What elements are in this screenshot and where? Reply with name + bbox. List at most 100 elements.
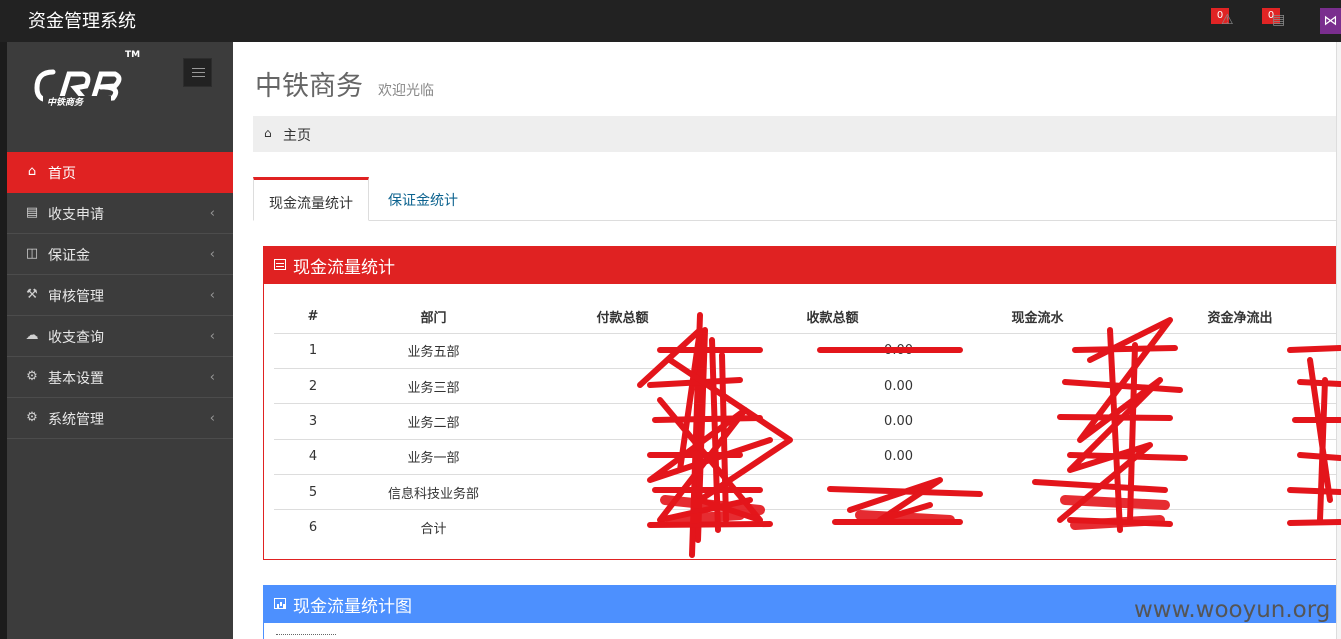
col-header-received: 收款总额 (730, 300, 935, 334)
sidebar-item-query[interactable]: ☁ 收支查询 ‹ (7, 316, 233, 357)
table-row: 3 业务二部 0.00 (274, 403, 1340, 440)
cell-received: 0.00 (730, 438, 935, 475)
page-title: 中铁商务 (255, 71, 363, 102)
cell-flow (935, 332, 1140, 369)
app-title: 资金管理系统 (28, 11, 136, 32)
tab-deposit-stats[interactable]: 保证金统计 (373, 177, 473, 221)
left-edge-strip (0, 0, 7, 639)
cell-no: 5 (274, 474, 352, 510)
cell-paid (515, 332, 730, 369)
table-row: 4 业务一部 0.00 (274, 438, 1340, 475)
chevron-left-icon: ‹ (209, 206, 215, 221)
cell-net (1140, 403, 1340, 440)
tasks-dropdown[interactable]: 0 ▤ (1262, 8, 1292, 34)
cashflow-portlet: 现金流量统计 # 部门 付款总额 收款总额 现金流水 资金净流出 1 业务五部 … (263, 246, 1340, 560)
cell-received: 0.00 (730, 403, 935, 440)
cell-paid (515, 509, 730, 546)
cell-dept: 合计 (352, 509, 515, 546)
cell-dept: 业务二部 (352, 403, 515, 440)
cell-net (1140, 438, 1340, 475)
cell-received (730, 509, 935, 546)
cell-paid (515, 403, 730, 440)
cell-net (1140, 367, 1340, 404)
cell-no: 6 (274, 509, 352, 546)
bar-chart-icon (274, 598, 286, 609)
cell-flow (935, 509, 1140, 546)
cloud-icon: ☁ (25, 328, 39, 343)
svg-text:中铁商务: 中铁商务 (47, 97, 85, 108)
briefcase-icon: ▤ (25, 205, 39, 220)
cell-flow (935, 474, 1140, 510)
breadcrumb: ⌂ 主页 (253, 116, 1339, 152)
table-row: 2 业务三部 0.00 (274, 367, 1340, 404)
main-content: 中铁商务 欢迎光临 ⌂ 主页 现金流量统计 保证金统计 现金流量统计 # 部门 … (233, 42, 1341, 639)
notifications-dropdown[interactable]: 0 ⚠ (1211, 8, 1241, 34)
chart-placeholder (276, 634, 336, 636)
brand-logo[interactable]: 中铁商务 TM (31, 50, 141, 116)
sidebar-item-audit[interactable]: ⚒ 审核管理 ‹ (7, 275, 233, 316)
crb-logo-icon: 中铁商务 (34, 69, 122, 108)
cell-dept: 业务三部 (352, 367, 515, 404)
sidebar-item-home[interactable]: ⌂ 首页 (7, 152, 233, 193)
cashflow-portlet-header: 现金流量统计 (264, 247, 1339, 284)
chevron-left-icon: ‹ (209, 288, 215, 303)
cell-received (730, 474, 935, 510)
col-header-no: # (274, 300, 352, 334)
sidebar-item-deposit[interactable]: ◫ 保证金 ‹ (7, 234, 233, 275)
watermark-text: www.wooyun.org (1134, 597, 1331, 623)
col-header-net: 资金净流出 (1140, 300, 1340, 334)
cell-net (1140, 474, 1340, 510)
cell-paid (515, 438, 730, 475)
home-icon: ⌂ (27, 164, 37, 179)
cell-flow (935, 403, 1140, 440)
table-row: 6 合计 (274, 509, 1340, 546)
cell-dept: 业务五部 (352, 332, 515, 369)
gavel-icon: ⚒ (26, 287, 38, 302)
list-icon (274, 259, 286, 270)
breadcrumb-home-link[interactable]: 主页 (283, 125, 311, 145)
cell-no: 2 (274, 367, 352, 404)
sidebar-item-label: 系统管理 (48, 412, 104, 428)
sidebar-item-label: 收支申请 (48, 207, 104, 223)
warning-icon: ⚠ (1221, 12, 1234, 28)
cell-net (1140, 332, 1340, 369)
cell-no: 3 (274, 403, 352, 440)
col-header-dept: 部门 (352, 300, 515, 334)
tab-cashflow-stats[interactable]: 现金流量统计 (253, 177, 369, 221)
sidebar-item-label: 收支查询 (48, 330, 104, 346)
tasks-icon: ▤ (1272, 12, 1286, 28)
col-header-flow: 现金流水 (935, 300, 1140, 334)
table-row: 5 信息科技业务部 (274, 474, 1340, 510)
cashflow-table: # 部门 付款总额 收款总额 现金流水 资金净流出 1 业务五部 0.00 2 … (274, 300, 1340, 546)
sidebar-item-system[interactable]: ⚙ 系统管理 ‹ (7, 398, 233, 439)
sidebar-toggle-button[interactable] (183, 58, 212, 87)
scrollbar-edge[interactable] (1336, 42, 1341, 639)
cog-icon: ⚙ (26, 410, 38, 425)
user-avatar[interactable]: ⋈ (1320, 8, 1341, 34)
cell-paid (515, 474, 730, 510)
cell-paid (515, 367, 730, 404)
cashflow-chart-portlet-title: 现金流量统计图 (293, 597, 412, 617)
table-row: 1 业务五部 0.00 (274, 332, 1340, 369)
table-header-row: # 部门 付款总额 收款总额 现金流水 资金净流出 (274, 300, 1340, 334)
cell-flow (935, 367, 1140, 404)
cashflow-portlet-title: 现金流量统计 (293, 258, 395, 278)
cell-dept: 信息科技业务部 (352, 474, 515, 510)
cell-net (1140, 509, 1340, 546)
sidebar-item-basic-settings[interactable]: ⚙ 基本设置 ‹ (7, 357, 233, 398)
sidebar-item-payment-request[interactable]: ▤ 收支申请 ‹ (7, 193, 233, 234)
page-subtitle: 欢迎光临 (378, 83, 434, 99)
sidebar-item-label: 首页 (48, 166, 76, 182)
chevron-left-icon: ‹ (209, 329, 215, 344)
cell-dept: 业务一部 (352, 438, 515, 475)
sidebar-menu: ⌂ 首页 ▤ 收支申请 ‹ ◫ 保证金 ‹ ⚒ 审核管理 ‹ ☁ 收支查询 ‹ … (7, 152, 233, 439)
chevron-left-icon: ‹ (209, 370, 215, 385)
cell-no: 4 (274, 438, 352, 475)
sidebar-item-label: 保证金 (48, 248, 90, 264)
chevron-left-icon: ‹ (209, 411, 215, 426)
chevron-left-icon: ‹ (209, 247, 215, 262)
tab-bar: 现金流量统计 保证金统计 (253, 177, 1339, 221)
cogs-icon: ⚙ (26, 369, 38, 384)
sidebar-item-label: 审核管理 (48, 289, 104, 305)
sidebar: 中铁商务 TM ⌂ 首页 ▤ 收支申请 ‹ ◫ 保证金 ‹ ⚒ 审核管理 ‹ ☁… (7, 42, 233, 639)
